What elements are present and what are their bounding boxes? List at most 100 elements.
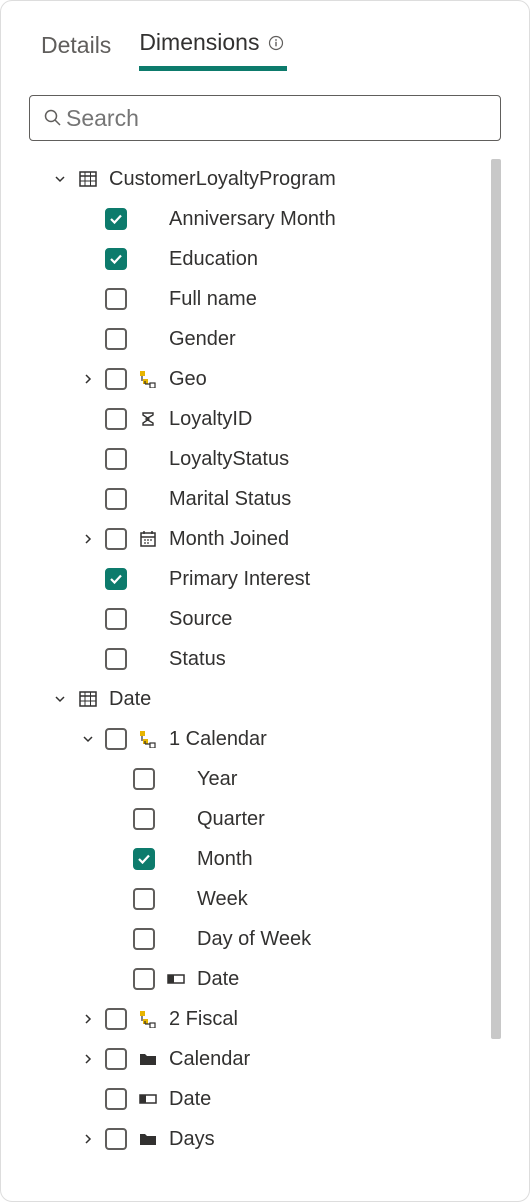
node-status[interactable]: Status — [29, 639, 481, 679]
chevron-down-icon[interactable] — [81, 733, 95, 745]
hierarchy-icon — [137, 368, 159, 390]
node-date[interactable]: Date — [29, 679, 481, 719]
blank-icon — [137, 328, 159, 350]
checkbox[interactable] — [133, 968, 155, 990]
chevron-down-icon[interactable] — [53, 173, 67, 185]
node-2fiscal[interactable]: 2 Fiscal — [29, 999, 481, 1039]
blank-icon — [137, 208, 159, 230]
node-calendar-folder[interactable]: Calendar — [29, 1039, 481, 1079]
checkbox[interactable] — [105, 368, 127, 390]
node-date-leaf[interactable]: Date — [29, 1079, 481, 1119]
node-source[interactable]: Source — [29, 599, 481, 639]
blank-icon — [137, 248, 159, 270]
calendar-icon — [137, 528, 159, 550]
checkbox[interactable] — [105, 288, 127, 310]
folder-icon — [137, 1048, 159, 1070]
table-icon — [77, 168, 99, 190]
blank-icon — [137, 288, 159, 310]
node-label: LoyaltyID — [169, 408, 252, 431]
scrollbar[interactable] — [491, 159, 501, 1039]
node-label: Geo — [169, 368, 207, 391]
node-label: Day of Week — [197, 928, 311, 951]
node-maritalstatus[interactable]: Marital Status — [29, 479, 481, 519]
node-label: 2 Fiscal — [169, 1008, 238, 1031]
node-label: Date — [197, 968, 239, 991]
checkbox[interactable] — [105, 248, 127, 270]
node-label: 1 Calendar — [169, 728, 267, 751]
node-gender[interactable]: Gender — [29, 319, 481, 359]
checkbox[interactable] — [105, 1128, 127, 1150]
checkbox[interactable] — [105, 728, 127, 750]
node-label: Gender — [169, 328, 236, 351]
checkbox[interactable] — [133, 808, 155, 830]
blank-icon — [137, 648, 159, 670]
blank-icon — [137, 568, 159, 590]
chevron-right-icon[interactable] — [81, 1013, 95, 1025]
tab-bar: Details Dimensions — [29, 29, 501, 71]
tab-details[interactable]: Details — [41, 29, 111, 71]
node-label: Date — [169, 1088, 211, 1111]
hierarchy-icon — [137, 728, 159, 750]
node-fullname[interactable]: Full name — [29, 279, 481, 319]
checkbox[interactable] — [105, 1088, 127, 1110]
dimensions-panel: Details Dimensions CustomerLoyaltyProgra… — [0, 0, 530, 1202]
checkbox[interactable] — [133, 928, 155, 950]
checkbox[interactable] — [105, 448, 127, 470]
checkbox[interactable] — [105, 528, 127, 550]
node-month[interactable]: Month — [29, 839, 481, 879]
tab-details-label: Details — [41, 32, 111, 59]
node-education[interactable]: Education — [29, 239, 481, 279]
checkbox[interactable] — [105, 488, 127, 510]
node-days[interactable]: Days — [29, 1119, 481, 1159]
blank-icon — [137, 608, 159, 630]
node-label: Calendar — [169, 1048, 250, 1071]
node-loyaltyid[interactable]: LoyaltyID — [29, 399, 481, 439]
tab-dimensions-label: Dimensions — [139, 29, 259, 56]
node-geo[interactable]: Geo — [29, 359, 481, 399]
node-1calendar[interactable]: 1 Calendar — [29, 719, 481, 759]
node-quarter[interactable]: Quarter — [29, 799, 481, 839]
table-icon — [77, 688, 99, 710]
node-label: Marital Status — [169, 488, 291, 511]
search-box[interactable] — [29, 95, 501, 141]
node-primaryinterest[interactable]: Primary Interest — [29, 559, 481, 599]
node-date-level[interactable]: Date — [29, 959, 481, 999]
node-customerloyalty[interactable]: CustomerLoyaltyProgram — [29, 159, 481, 199]
node-monthjoined[interactable]: Month Joined — [29, 519, 481, 559]
checkbox[interactable] — [105, 1048, 127, 1070]
checkbox[interactable] — [133, 848, 155, 870]
folder-icon — [137, 1128, 159, 1150]
node-year[interactable]: Year — [29, 759, 481, 799]
checkbox[interactable] — [133, 888, 155, 910]
chevron-down-icon[interactable] — [53, 693, 67, 705]
checkbox[interactable] — [105, 648, 127, 670]
checkbox[interactable] — [105, 608, 127, 630]
info-icon[interactable] — [265, 32, 287, 54]
node-label: Date — [109, 688, 151, 711]
node-loyaltystatus[interactable]: LoyaltyStatus — [29, 439, 481, 479]
checkbox[interactable] — [133, 768, 155, 790]
tab-dimensions[interactable]: Dimensions — [139, 29, 287, 71]
node-label: CustomerLoyaltyProgram — [109, 168, 336, 191]
chevron-right-icon[interactable] — [81, 1133, 95, 1145]
blank-icon — [165, 928, 187, 950]
checkbox[interactable] — [105, 408, 127, 430]
search-input[interactable] — [64, 104, 488, 133]
node-label: Full name — [169, 288, 257, 311]
chevron-right-icon[interactable] — [81, 1053, 95, 1065]
node-label: Education — [169, 248, 258, 271]
node-week[interactable]: Week — [29, 879, 481, 919]
checkbox[interactable] — [105, 208, 127, 230]
node-label: Source — [169, 608, 232, 631]
checkbox[interactable] — [105, 1008, 127, 1030]
node-anniversary[interactable]: Anniversary Month — [29, 199, 481, 239]
checkbox[interactable] — [105, 568, 127, 590]
chevron-right-icon[interactable] — [81, 533, 95, 545]
node-label: Days — [169, 1128, 215, 1151]
checkbox[interactable] — [105, 328, 127, 350]
chevron-right-icon[interactable] — [81, 373, 95, 385]
blank-icon — [137, 488, 159, 510]
node-dayofweek[interactable]: Day of Week — [29, 919, 481, 959]
blank-icon — [165, 808, 187, 830]
level-icon — [137, 1088, 159, 1110]
